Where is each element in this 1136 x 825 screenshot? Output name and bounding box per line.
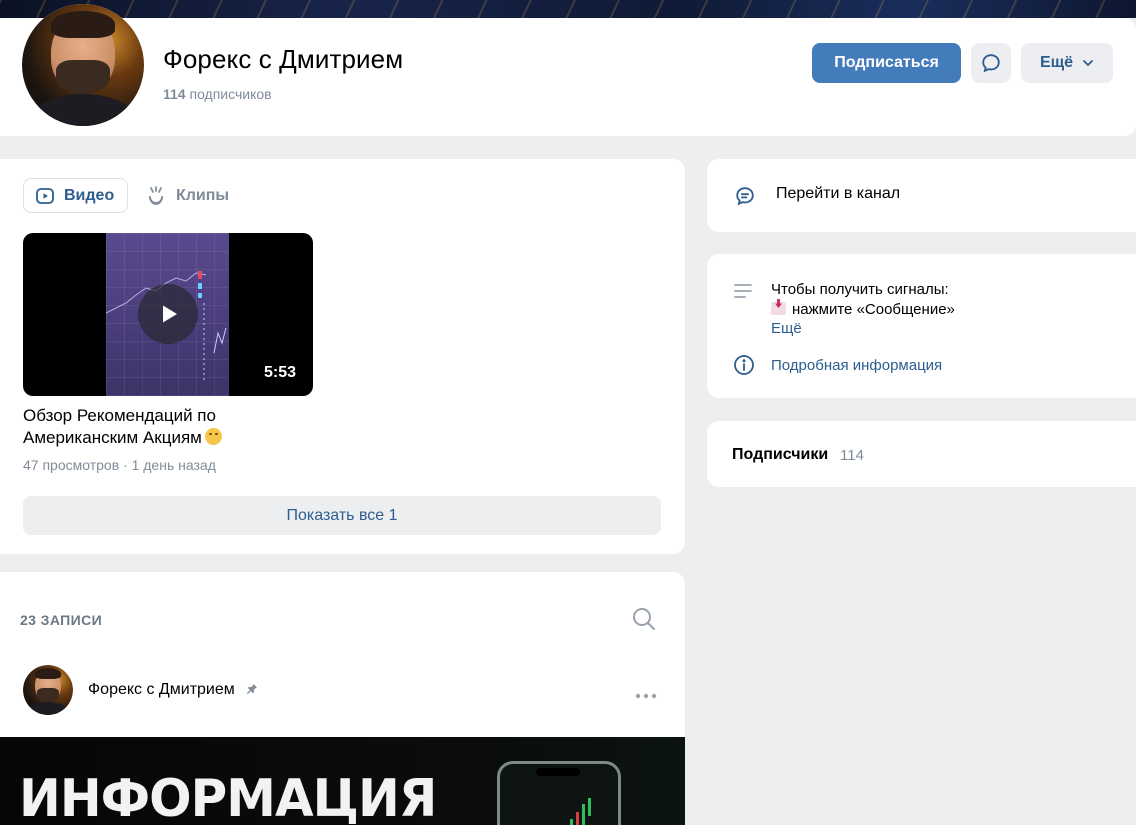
description-more-link[interactable]: Ещё	[771, 320, 802, 337]
envelope-icon	[771, 302, 786, 315]
subscribers-count: 114	[163, 86, 186, 102]
info-icon	[734, 355, 754, 375]
clips-icon	[149, 185, 163, 205]
group-header: Форекс с Дмитрием 114 подписчиков Подпис…	[0, 4, 1136, 136]
post-image[interactable]: ИНФОРМАЦИЯ	[0, 737, 685, 825]
more-button[interactable]: Ещё	[1021, 43, 1113, 83]
subscribe-button[interactable]: Подписаться	[812, 43, 961, 83]
video-title[interactable]: Обзор Рекомендаций по Американским Акция…	[23, 405, 313, 449]
play-icon	[36, 187, 54, 204]
play-icon	[163, 305, 177, 323]
more-dots-icon	[635, 693, 657, 699]
post-author-avatar[interactable]	[23, 665, 73, 715]
cover-image	[0, 0, 1136, 18]
post-menu-button[interactable]	[635, 686, 657, 704]
go-to-channel-label: Перейти в канал	[776, 185, 901, 202]
more-button-label: Ещё	[1039, 54, 1074, 71]
subscribers-summary[interactable]: 114 подписчиков	[163, 86, 272, 102]
group-avatar[interactable]	[22, 4, 144, 126]
go-to-channel-button[interactable]: Перейти в канал	[707, 159, 1136, 232]
post-image-headline: ИНФОРМАЦИЯ	[19, 769, 437, 825]
group-title: Форекс с Дмитрием	[163, 44, 404, 74]
tab-video[interactable]: Видео	[23, 178, 128, 213]
message-icon	[982, 54, 1000, 73]
phone-illustration	[497, 761, 621, 825]
subscribers-label: подписчиков	[189, 86, 272, 102]
subscribers-title: Подписчики	[732, 446, 829, 463]
channel-icon	[736, 187, 754, 206]
play-button[interactable]	[138, 284, 198, 344]
message-button[interactable]	[971, 43, 1011, 83]
tab-clips-label: Клипы	[176, 186, 230, 204]
posts-count: 23 ЗАПИСИ	[20, 612, 103, 628]
video-thumbnail[interactable]: 5:53	[23, 233, 313, 396]
pin-icon	[247, 684, 258, 694]
video-section: Видео Клипы 5:53 Обзор Рекомендаций по А…	[0, 159, 685, 554]
post-author-name[interactable]: Форекс с Дмитрием	[88, 681, 258, 699]
smile-emoji-icon	[204, 428, 222, 445]
group-description: Чтобы получить сигналы: нажмите «Сообщен…	[771, 281, 955, 318]
posts-section: 23 ЗАПИСИ Форекс с Дмитрием ИНФОРМАЦИЯ	[0, 572, 685, 825]
tab-video-label: Видео	[64, 186, 115, 204]
search-icon	[633, 608, 655, 630]
show-all-button[interactable]: Показать все 1	[23, 496, 661, 535]
tab-clips[interactable]: Клипы	[146, 178, 229, 213]
subscribers-block-count: 114	[840, 447, 864, 464]
video-meta: 47 просмотров · 1 день назад	[23, 457, 216, 473]
detailed-info-link[interactable]: Подробная информация	[771, 357, 942, 374]
group-info: Чтобы получить сигналы: нажмите «Сообщен…	[707, 254, 1136, 398]
description-icon	[734, 284, 752, 298]
subscribers-block[interactable]: Подписчики 114	[707, 421, 1136, 487]
posts-search-button[interactable]	[631, 606, 657, 637]
chevron-down-icon	[1083, 60, 1093, 67]
video-duration: 5:53	[263, 364, 296, 381]
